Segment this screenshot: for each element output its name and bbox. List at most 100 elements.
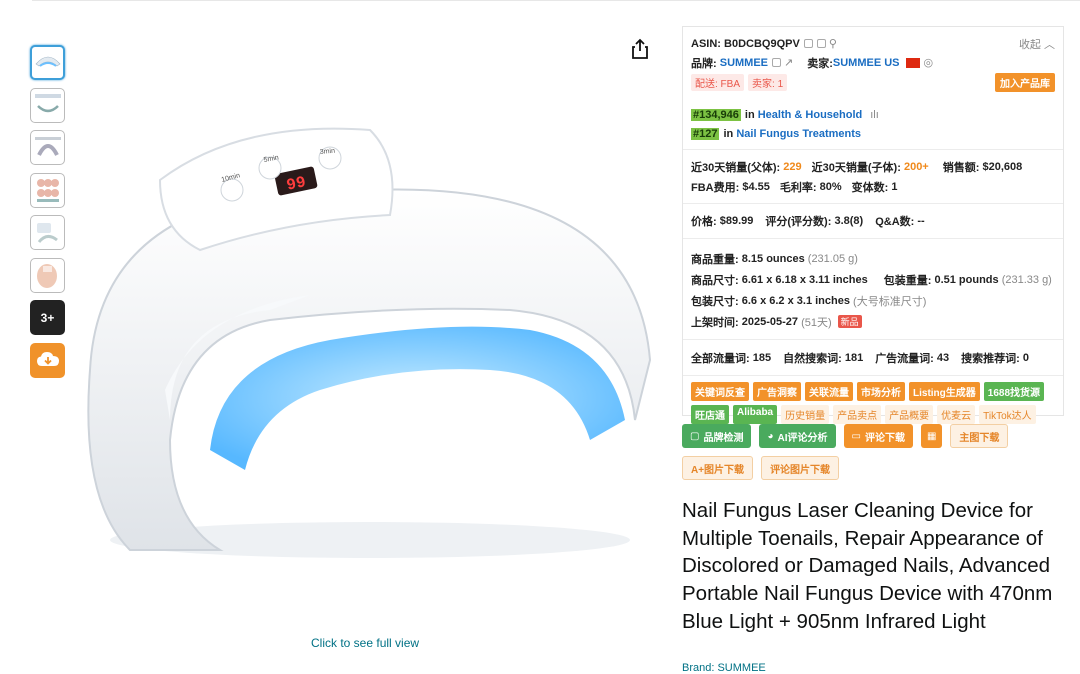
rank-2-category[interactable]: Nail Fungus Treatments bbox=[736, 128, 861, 140]
review-download-button[interactable]: ▭ 评论下载 bbox=[843, 424, 913, 448]
tag-product-summary[interactable]: 产品概要 bbox=[885, 405, 934, 424]
ad-traffic-value: 43 bbox=[936, 352, 950, 364]
recommend-value: 0 bbox=[1022, 352, 1030, 364]
thumbnail-3[interactable] bbox=[30, 130, 65, 165]
full-view-link[interactable]: Click to see full view bbox=[311, 636, 419, 650]
listed-label: 上架时间: bbox=[691, 316, 739, 329]
tag-wangdiantong[interactable]: 旺店通 bbox=[691, 405, 729, 424]
share-icon[interactable] bbox=[630, 38, 650, 60]
brand-check-button[interactable]: ▢ 品牌检测 bbox=[682, 424, 752, 448]
brand-store-link[interactable]: Brand: SUMMEE bbox=[682, 662, 766, 674]
margin-label: 毛利率: bbox=[779, 182, 817, 194]
rank-1-category[interactable]: Health & Household bbox=[758, 109, 863, 121]
calculator-button[interactable]: ▦ bbox=[920, 424, 943, 448]
location-icon[interactable]: ⚲ bbox=[829, 37, 837, 50]
action-buttons: ▢ 品牌检测 ◕ AI评论分析 ▭ 评论下载 ▦ 主图下载 A+图片下载 评论图片下载 bbox=[682, 424, 1064, 488]
thumbnail-6[interactable] bbox=[30, 257, 65, 293]
thumbnail-more[interactable]: 3+ bbox=[30, 300, 65, 335]
listed-days: (51天) bbox=[801, 316, 832, 329]
rank-2-number: #127 bbox=[691, 127, 720, 140]
brand-link[interactable]: SUMMEE bbox=[720, 57, 768, 69]
recommend-label: 搜索推荐词: bbox=[961, 353, 1020, 365]
pie-chart-icon: ◕ bbox=[767, 430, 774, 442]
traffic-all-value: 185 bbox=[752, 352, 772, 364]
revenue-label: 销售额: bbox=[942, 162, 980, 174]
tag-listing-generator[interactable]: Listing生成器 bbox=[909, 382, 980, 401]
download-images-button[interactable] bbox=[30, 342, 65, 378]
aplus-image-download-button[interactable]: A+图片下载 bbox=[682, 456, 754, 480]
qa-label: Q&A数: bbox=[875, 216, 915, 228]
seller-count-badge: 卖家: 1 bbox=[748, 73, 788, 91]
qa-value: -- bbox=[917, 215, 925, 227]
tag-related-traffic[interactable]: 关联流量 bbox=[805, 382, 853, 401]
thumbnail-5[interactable] bbox=[30, 215, 65, 250]
chart-icon[interactable]: ılı bbox=[870, 109, 879, 121]
thumbnail-2[interactable] bbox=[30, 87, 65, 123]
thumbnail-strip: 3+ bbox=[30, 45, 66, 385]
tag-selling-points[interactable]: 产品卖点 bbox=[833, 405, 882, 424]
main-product-image[interactable]: 99 10min 5min 3min bbox=[70, 120, 670, 580]
ad-traffic-label: 广告流量词: bbox=[875, 353, 934, 365]
main-image-download-button[interactable]: 主图下载 bbox=[950, 424, 1009, 448]
margin-value: 80% bbox=[819, 181, 842, 193]
pkg-weight-grams: (231.33 g) bbox=[1001, 273, 1052, 286]
pkg-weight-value: 0.51 pounds bbox=[934, 273, 999, 286]
sales-parent-value: 229 bbox=[783, 161, 802, 173]
weight-value: 8.15 ounces bbox=[741, 252, 805, 265]
traffic-all-label: 全部流量词: bbox=[691, 353, 750, 365]
pkg-dims-label: 包装尺寸: bbox=[691, 295, 739, 308]
price-value: $89.99 bbox=[719, 215, 754, 227]
revenue-value: $20,608 bbox=[982, 161, 1023, 173]
rank-2-in: in bbox=[723, 127, 734, 140]
thumbnail-4[interactable] bbox=[30, 172, 65, 208]
tag-tiktok-creators[interactable]: TikTok达人 bbox=[979, 405, 1036, 424]
sales-parent-label: 近30天销量(父体): bbox=[691, 162, 781, 174]
copy-icon[interactable] bbox=[803, 39, 813, 48]
tag-youmaiyun[interactable]: 优麦云 bbox=[937, 405, 976, 424]
tag-market-analysis[interactable]: 市场分析 bbox=[857, 382, 905, 401]
tag-keyword-reverse[interactable]: 关键词反查 bbox=[691, 382, 749, 401]
rank-1-in: in bbox=[744, 108, 755, 121]
tag-sales-history[interactable]: 历史销量 bbox=[781, 405, 830, 424]
dims-label: 商品尺寸: bbox=[691, 274, 739, 287]
fulfillment-badge: 配送: FBA bbox=[691, 73, 745, 91]
tool-tags: 关键词反查 广告洞察 关联流量 市场分析 Listing生成器 1688找货源 … bbox=[683, 376, 1063, 430]
tag-ad-insight[interactable]: 广告洞察 bbox=[753, 382, 801, 401]
external-link-icon[interactable]: ↗ bbox=[784, 56, 793, 69]
review-image-download-button[interactable]: 评论图片下载 bbox=[761, 456, 840, 480]
new-product-badge: 新品 bbox=[837, 315, 862, 328]
variants-value: 1 bbox=[891, 181, 898, 193]
brand-label: 品牌: bbox=[691, 57, 717, 70]
price-label: 价格: bbox=[691, 216, 717, 228]
copy-icon[interactable] bbox=[816, 39, 826, 48]
seller-link[interactable]: SUMMEE US bbox=[833, 57, 900, 69]
asin-label: ASIN: bbox=[691, 37, 721, 50]
collapse-button[interactable]: 收起 ︿ bbox=[1019, 36, 1055, 52]
thumbnail-1[interactable] bbox=[30, 45, 65, 80]
cloud-download-icon bbox=[36, 352, 59, 366]
calculator-icon: ▦ bbox=[926, 430, 937, 442]
square-icon: ▢ bbox=[690, 430, 700, 442]
ai-review-analysis-button[interactable]: ◕ AI评论分析 bbox=[759, 424, 836, 448]
organic-label: 自然搜索词: bbox=[783, 353, 842, 365]
pkg-weight-label: 包装重量: bbox=[883, 274, 932, 287]
comment-icon: ▭ bbox=[851, 430, 861, 442]
product-title: Nail Fungus Laser Cleaning Device for Mu… bbox=[682, 499, 1053, 633]
sales-child-value: 200+ bbox=[903, 161, 929, 173]
tag-alibaba[interactable]: Alibaba bbox=[733, 405, 778, 424]
listed-value: 2025-05-27 bbox=[741, 315, 799, 328]
dims-value: 6.61 x 6.18 x 3.11 inches bbox=[741, 273, 868, 286]
pin-icon[interactable]: ◎ bbox=[924, 56, 934, 69]
weight-label: 商品重量: bbox=[691, 253, 739, 266]
tag-1688-sourcing[interactable]: 1688找货源 bbox=[983, 382, 1045, 401]
rating-label: 评分(评分数): bbox=[765, 216, 832, 228]
variants-label: 变体数: bbox=[851, 182, 889, 194]
fba-label: FBA费用: bbox=[691, 182, 740, 194]
add-to-library-button[interactable]: 加入产品库 bbox=[995, 72, 1055, 92]
fba-value: $4.55 bbox=[742, 181, 770, 193]
pkg-dims-value: 6.6 x 6.2 x 3.1 inches bbox=[741, 294, 850, 307]
top-divider bbox=[32, 0, 1080, 1]
weight-grams: (231.05 g) bbox=[807, 252, 858, 265]
copy-icon[interactable] bbox=[772, 58, 782, 67]
rank-1-number: #134,946 bbox=[691, 108, 741, 121]
